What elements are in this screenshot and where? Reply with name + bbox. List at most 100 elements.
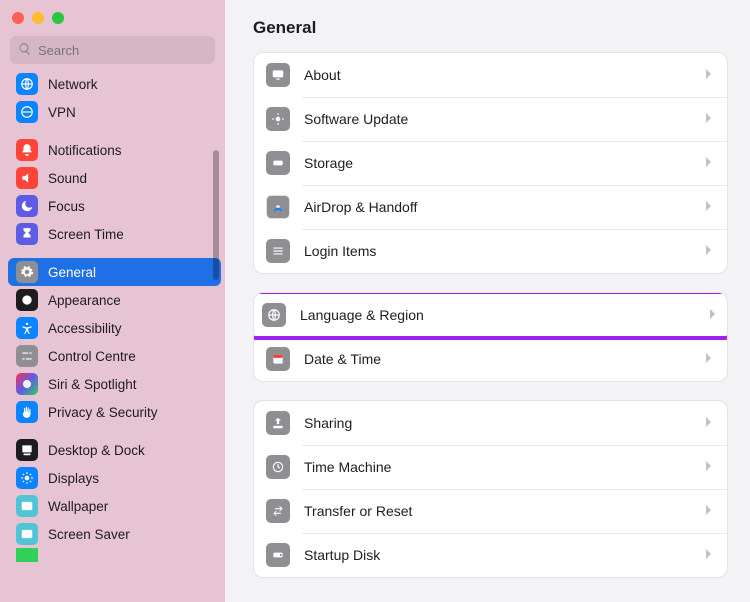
screensaver-icon [16, 523, 38, 545]
sidebar-item-siri-spotlight[interactable]: Siri & Spotlight [8, 370, 221, 398]
sidebar-item-label: Appearance [48, 293, 121, 308]
sharing-icon [266, 411, 290, 435]
sidebar-item-label: Accessibility [48, 321, 122, 336]
sliders-icon [16, 345, 38, 367]
row-about[interactable]: About [254, 53, 727, 97]
sidebar-item-wallpaper[interactable]: Wallpaper [8, 492, 221, 520]
transfer-icon [266, 499, 290, 523]
row-label: Transfer or Reset [304, 503, 705, 519]
row-startup-disk[interactable]: Startup Disk [254, 533, 727, 577]
settings-group-system: About Software Update Storage AirDrop & … [253, 52, 728, 274]
row-date-time[interactable]: Date & Time [254, 337, 727, 381]
search-field[interactable] [10, 36, 215, 64]
sidebar-item-label: VPN [48, 105, 76, 120]
sidebar-item-label: Control Centre [48, 349, 136, 364]
row-language-region[interactable]: Language & Region [253, 293, 728, 337]
moon-icon [16, 195, 38, 217]
globe-icon [16, 101, 38, 123]
row-label: AirDrop & Handoff [304, 199, 705, 215]
chevron-right-icon [705, 504, 715, 519]
sidebar-item-partial[interactable] [8, 548, 221, 562]
row-login-items[interactable]: Login Items [254, 229, 727, 273]
sidebar-item-network[interactable]: Network [8, 70, 221, 98]
sun-icon [16, 467, 38, 489]
sidebar-scrollbar-thumb[interactable] [213, 150, 219, 280]
row-label: Login Items [304, 243, 705, 259]
row-sharing[interactable]: Sharing [254, 401, 727, 445]
sidebar-item-sound[interactable]: Sound [8, 164, 221, 192]
chevron-right-icon [709, 308, 719, 323]
airdrop-icon [266, 195, 290, 219]
sidebar-item-label: Displays [48, 471, 99, 486]
sidebar-item-displays[interactable]: Displays [8, 464, 221, 492]
chevron-right-icon [705, 68, 715, 83]
sidebar: Network VPN Notifications Sound Focus Sc… [0, 0, 225, 602]
sidebar-item-label: Network [48, 77, 98, 92]
sidebar-item-label: Screen Time [48, 227, 124, 242]
settings-group-locale: Language & Region Date & Time [253, 292, 728, 382]
row-label: Date & Time [304, 351, 705, 367]
search-input[interactable] [38, 43, 207, 58]
row-software-update[interactable]: Software Update [254, 97, 727, 141]
chevron-right-icon [705, 460, 715, 475]
row-label: Time Machine [304, 459, 705, 475]
sidebar-item-vpn[interactable]: VPN [8, 98, 221, 126]
sidebar-item-control-centre[interactable]: Control Centre [8, 342, 221, 370]
appearance-icon [16, 289, 38, 311]
hourglass-icon [16, 223, 38, 245]
bell-icon [16, 139, 38, 161]
sidebar-item-accessibility[interactable]: Accessibility [8, 314, 221, 342]
chevron-right-icon [705, 112, 715, 127]
dock-icon [16, 439, 38, 461]
sidebar-item-appearance[interactable]: Appearance [8, 286, 221, 314]
row-airdrop-handoff[interactable]: AirDrop & Handoff [254, 185, 727, 229]
speaker-icon [16, 167, 38, 189]
chevron-right-icon [705, 416, 715, 431]
window-traffic-lights [0, 0, 225, 32]
search-icon [18, 42, 32, 59]
chevron-right-icon [705, 200, 715, 215]
sidebar-item-label: Focus [48, 199, 85, 214]
sidebar-item-notifications[interactable]: Notifications [8, 136, 221, 164]
sidebar-item-label: Desktop & Dock [48, 443, 145, 458]
gear-icon [16, 261, 38, 283]
close-window-button[interactable] [12, 12, 24, 24]
sidebar-item-desktop-dock[interactable]: Desktop & Dock [8, 436, 221, 464]
sidebar-item-label: Privacy & Security [48, 405, 158, 420]
battery-icon [16, 548, 38, 562]
disk-icon [266, 151, 290, 175]
row-label: Sharing [304, 415, 705, 431]
mac-icon [266, 63, 290, 87]
sidebar-item-label: Wallpaper [48, 499, 108, 514]
sidebar-item-screen-time[interactable]: Screen Time [8, 220, 221, 248]
sidebar-item-label: Sound [48, 171, 87, 186]
page-title: General [253, 18, 728, 38]
globe-icon [16, 73, 38, 95]
chevron-right-icon [705, 156, 715, 171]
hand-icon [16, 401, 38, 423]
sidebar-item-privacy-security[interactable]: Privacy & Security [8, 398, 221, 426]
siri-icon [16, 373, 38, 395]
gear-icon [266, 107, 290, 131]
settings-group-misc: Sharing Time Machine Transfer or Reset S… [253, 400, 728, 578]
sidebar-item-focus[interactable]: Focus [8, 192, 221, 220]
accessibility-icon [16, 317, 38, 339]
chevron-right-icon [705, 548, 715, 563]
row-label: Storage [304, 155, 705, 171]
list-icon [266, 239, 290, 263]
sidebar-item-label: General [48, 265, 96, 280]
row-storage[interactable]: Storage [254, 141, 727, 185]
row-label: Software Update [304, 111, 705, 127]
content-pane: General About Software Update Storage Ai… [225, 0, 750, 602]
wallpaper-icon [16, 495, 38, 517]
sidebar-item-general[interactable]: General [8, 258, 221, 286]
row-time-machine[interactable]: Time Machine [254, 445, 727, 489]
fullscreen-window-button[interactable] [52, 12, 64, 24]
sidebar-item-screen-saver[interactable]: Screen Saver [8, 520, 221, 548]
row-label: Startup Disk [304, 547, 705, 563]
sidebar-item-label: Siri & Spotlight [48, 377, 137, 392]
calendar-icon [266, 347, 290, 371]
minimize-window-button[interactable] [32, 12, 44, 24]
row-label: Language & Region [300, 307, 709, 323]
row-transfer-reset[interactable]: Transfer or Reset [254, 489, 727, 533]
